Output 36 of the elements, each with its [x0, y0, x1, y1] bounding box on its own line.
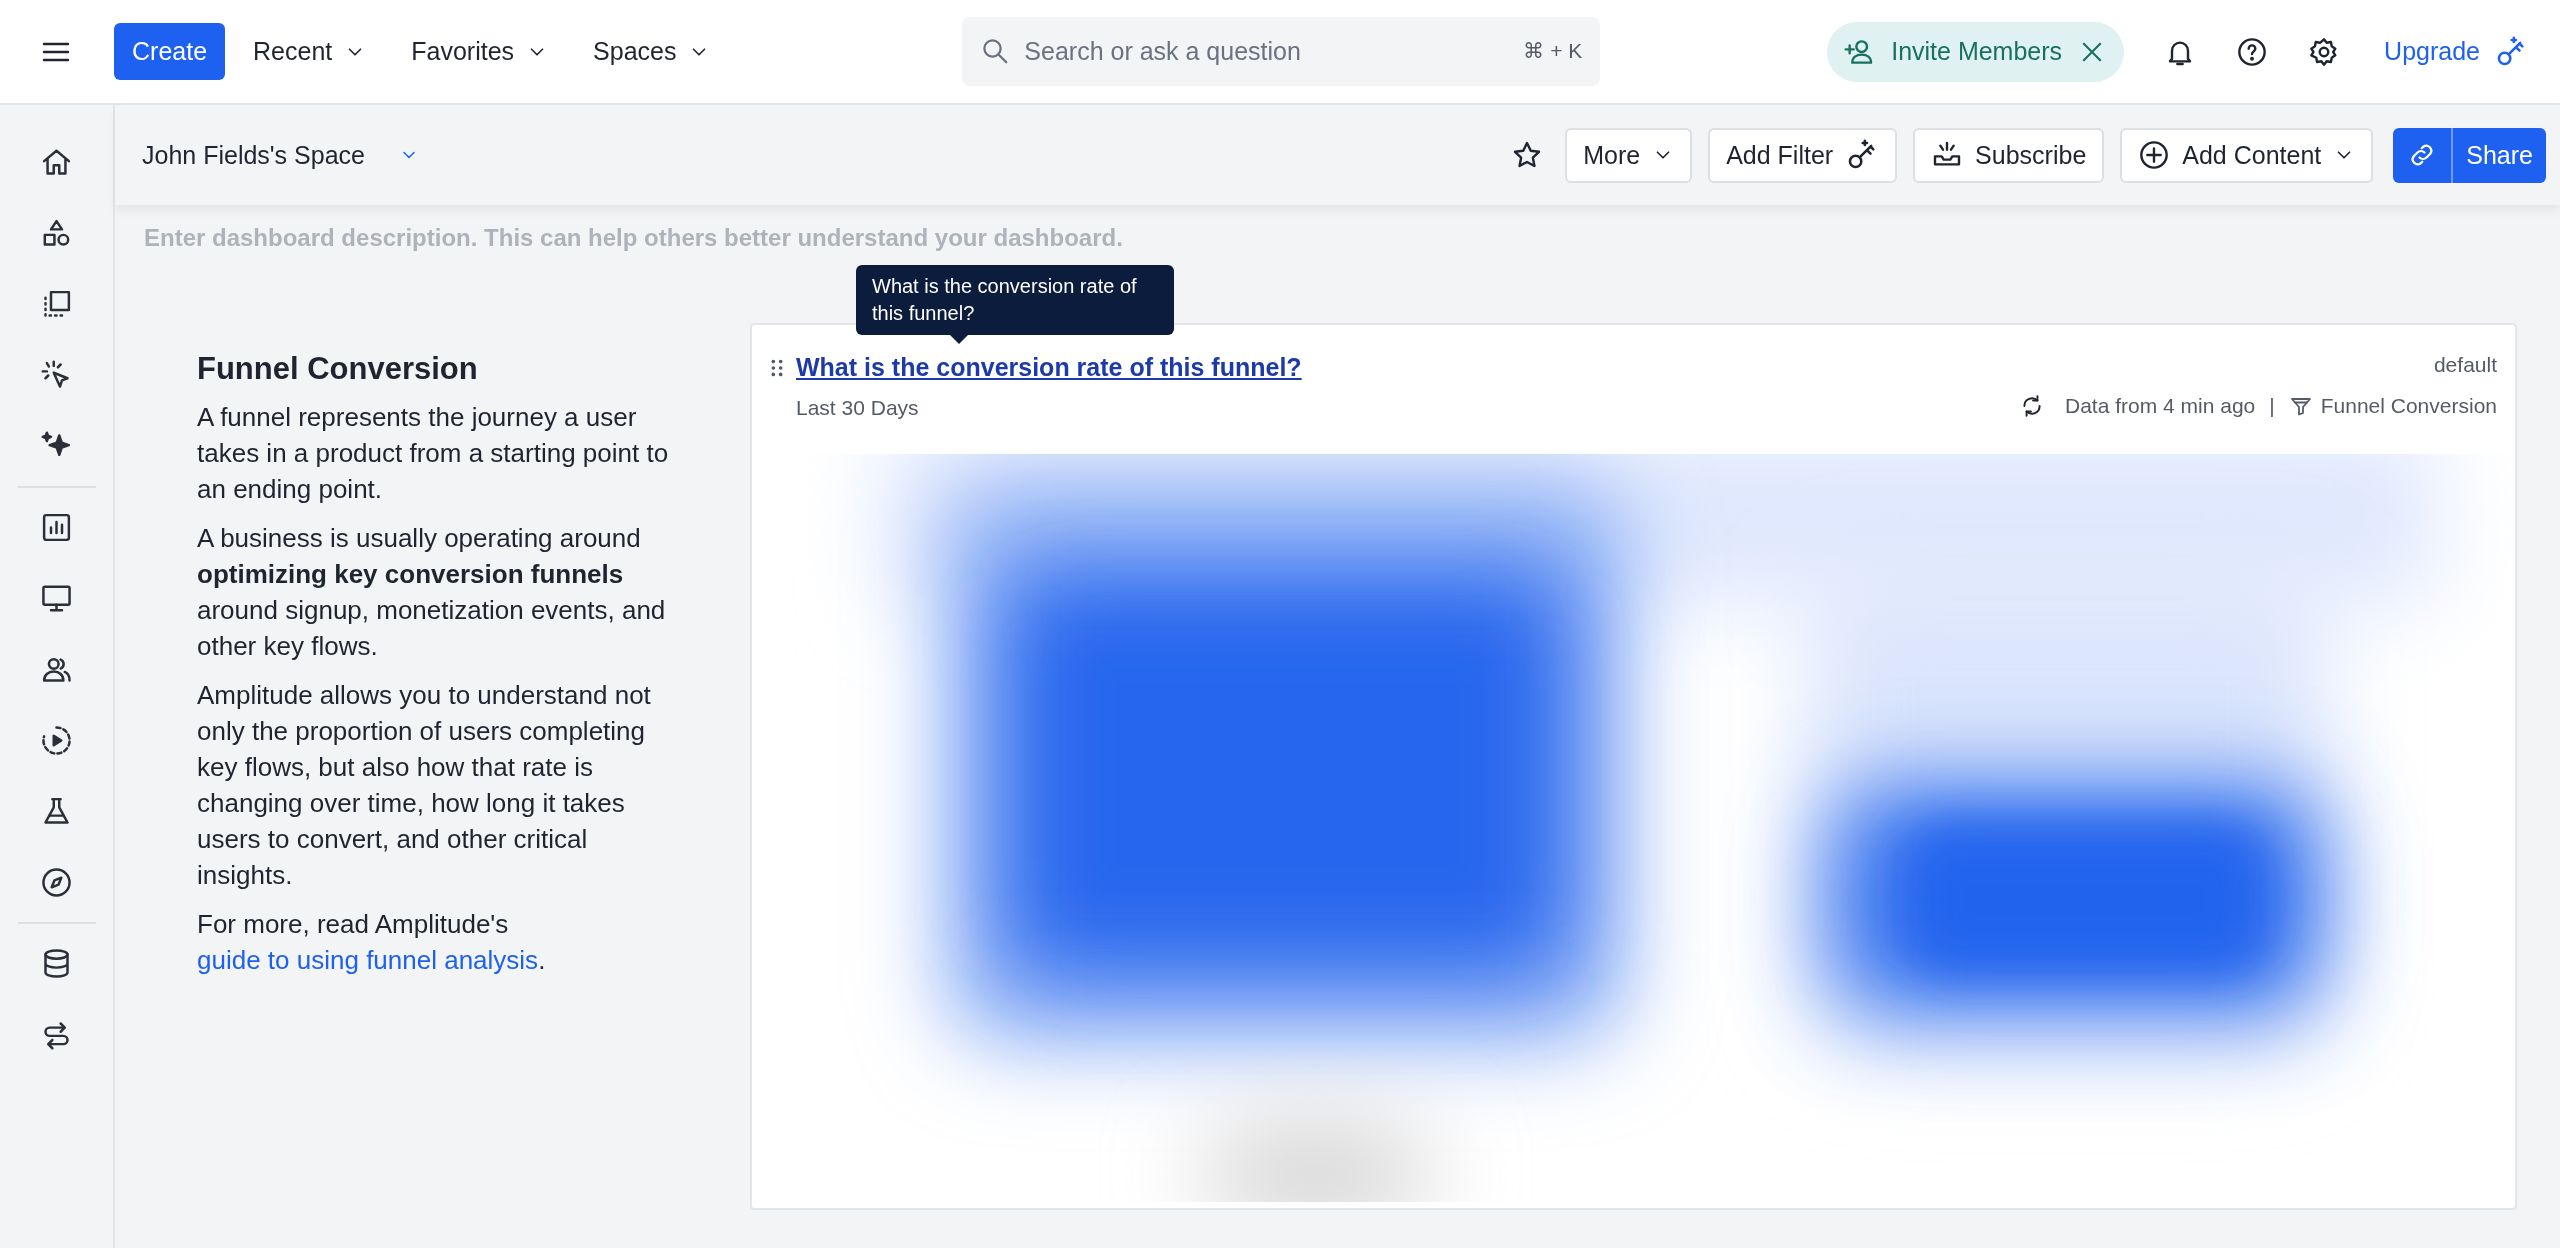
tooltip: What is the conversion rate of this funnel? — [856, 265, 1174, 335]
subscribe-button[interactable]: Subscribe — [1913, 127, 2105, 183]
create-button[interactable]: Create — [114, 23, 226, 80]
chart-title-link[interactable]: What is the conversion rate of this funnel? — [796, 353, 1302, 382]
paragraph: For more, read Amplitude's guide to using funnel analysis. — [197, 908, 547, 977]
shortcut-hint: ⌘ + K — [1523, 39, 1583, 63]
paragraph: A funnel represents the journey a user takes in a product from a starting point to an ending point. — [197, 401, 670, 506]
paragraph: Amplitude allows you to understand not only the proportion of users completing key flows, but also how that rate is changing over time, how long it takes users to convert, and other critical insights. — [197, 679, 652, 892]
date-range: Last 30 Days — [796, 396, 920, 420]
compass-icon — [40, 866, 73, 899]
nav-menu-button[interactable]: Recent — [253, 37, 367, 66]
freshness-label: Data from 4 min ago — [2065, 394, 2256, 418]
tag-label: default — [2433, 353, 2497, 377]
plus-circle-icon — [2138, 139, 2171, 171]
chart-type-label: Funnel Conversion — [2320, 394, 2497, 418]
bar-chart-icon — [40, 511, 73, 544]
invite-label: Invite Members — [1891, 37, 2063, 66]
tooltip-arrow — [950, 335, 968, 344]
upgrade-button[interactable]: Upgrade — [2384, 34, 2528, 69]
guide-link[interactable]: guide to using funnel analysis — [197, 945, 539, 975]
nav-menu-button[interactable]: Spaces — [593, 37, 711, 66]
share-button[interactable]: Share — [2453, 127, 2546, 183]
help-button[interactable] — [2236, 35, 2269, 68]
add-button[interactable]: Add Content — [2120, 127, 2374, 183]
help-icon — [2236, 35, 2269, 68]
space-selector[interactable]: John Fields's Space — [142, 140, 419, 170]
nav-menu-button[interactable]: Favorites — [411, 37, 549, 66]
more-button[interactable]: More — [1565, 127, 1693, 183]
description-field[interactable]: Enter dashboard description. This can help others better understand your dashboard. — [142, 215, 1546, 261]
paragraph: A business is usually operating around optimizing key conversion funnels around signup, monetization events, and other key flows. — [197, 522, 667, 663]
filter-button[interactable]: Add Filter — [1708, 127, 1898, 183]
section-heading: Funnel Conversion — [197, 351, 479, 387]
separator: | — [2269, 394, 2275, 418]
play-icon — [40, 724, 73, 757]
invite-members-chip[interactable]: Invite Members — [1827, 21, 2125, 82]
copy-link-button[interactable] — [2393, 127, 2454, 183]
